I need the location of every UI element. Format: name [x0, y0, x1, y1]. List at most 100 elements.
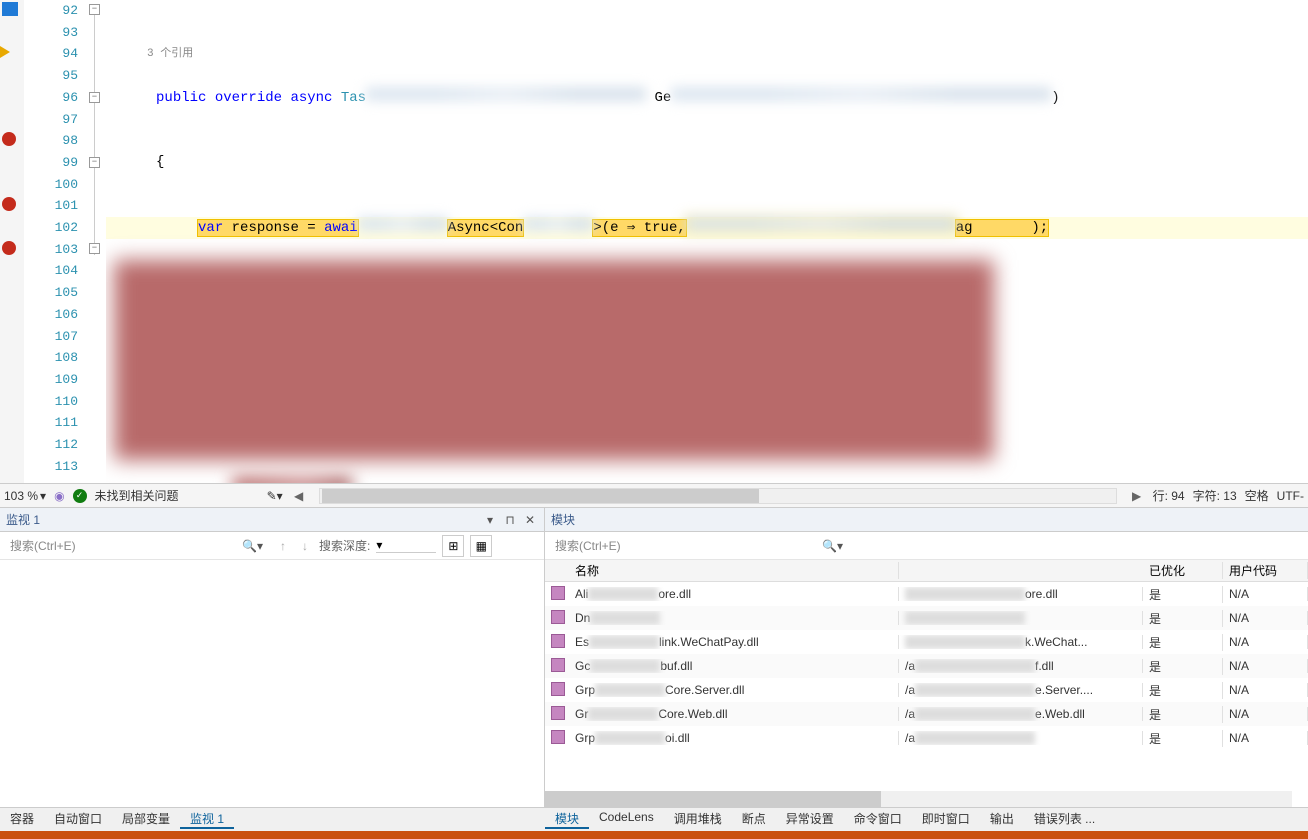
- panel-titlebar[interactable]: 监视 1 ▾ ⊓ ✕: [0, 508, 544, 532]
- panel-title: 监视 1: [6, 511, 482, 528]
- breakpoint-marker[interactable]: [2, 132, 16, 146]
- line-number: 110: [24, 391, 78, 413]
- tab-item[interactable]: 命令窗口: [844, 810, 912, 827]
- fold-toggle[interactable]: −: [89, 157, 100, 168]
- line-number: 113: [24, 456, 78, 478]
- tool-window-area: 监视 1 ▾ ⊓ ✕ 搜索(Ctrl+E) 🔍▾ ↑ ↓ 搜索深度: ▾ ⊞ ▦…: [0, 507, 1308, 807]
- table-row[interactable]: Dn是N/A: [545, 606, 1308, 630]
- brush-icon[interactable]: ✎▾: [267, 489, 283, 503]
- tab-item[interactable]: 模块: [545, 810, 589, 829]
- module-usercode: N/A: [1223, 707, 1308, 721]
- fold-gutter[interactable]: − − − −: [86, 0, 106, 483]
- module-icon: [551, 682, 565, 696]
- tab-item[interactable]: 输出: [980, 810, 1024, 827]
- filter-icon[interactable]: ⊞: [442, 535, 464, 557]
- module-usercode: N/A: [1223, 587, 1308, 601]
- intellicode-icon[interactable]: ◉: [54, 489, 64, 503]
- fold-toggle[interactable]: −: [89, 92, 100, 103]
- line-number: 97: [24, 109, 78, 131]
- scroll-left-icon[interactable]: ◀: [291, 488, 307, 504]
- cursor-char[interactable]: 字符: 13: [1193, 487, 1237, 504]
- cursor-line[interactable]: 行: 94: [1153, 487, 1185, 504]
- module-usercode: N/A: [1223, 659, 1308, 673]
- encoding[interactable]: UTF-: [1277, 489, 1304, 503]
- tab-item[interactable]: 自动窗口: [44, 810, 112, 827]
- tool-window-tabs: 容器自动窗口局部变量监视 1 模块CodeLens调用堆栈断点异常设置命令窗口即…: [0, 807, 1308, 831]
- code-text: Ge: [654, 90, 671, 106]
- horizontal-scrollbar[interactable]: [319, 488, 1117, 504]
- table-row[interactable]: Eslink.WeChatPay.dllk.WeChat...是N/A: [545, 630, 1308, 654]
- watch-body[interactable]: [0, 560, 544, 807]
- module-optimized: 是: [1143, 634, 1223, 651]
- toggle-icon[interactable]: ▦: [470, 535, 492, 557]
- module-path: /ae.Web.dll: [899, 707, 1143, 722]
- tab-item[interactable]: 错误列表 ...: [1024, 810, 1105, 827]
- scrollbar-thumb[interactable]: [545, 791, 881, 807]
- status-text: 未找到相关问题: [95, 487, 179, 504]
- tab-item[interactable]: 监视 1: [180, 810, 234, 829]
- tab-item[interactable]: 容器: [0, 810, 44, 827]
- scroll-right-icon[interactable]: ▶: [1129, 488, 1145, 504]
- search-icon[interactable]: 🔍▾: [242, 539, 263, 553]
- tab-item[interactable]: 局部变量: [112, 810, 180, 827]
- table-row[interactable]: Gcbuf.dll/af.dll是N/A: [545, 654, 1308, 678]
- search-icon[interactable]: 🔍▾: [822, 539, 843, 553]
- line-number: 92: [24, 0, 78, 22]
- code-text: ): [1051, 90, 1059, 106]
- depth-dropdown[interactable]: ▾: [376, 538, 436, 553]
- line-number: 104: [24, 260, 78, 282]
- column-usercode[interactable]: 用户代码: [1223, 562, 1308, 579]
- panel-titlebar[interactable]: 模块: [545, 508, 1308, 532]
- column-optimized[interactable]: 已优化: [1143, 562, 1223, 579]
- pin-icon[interactable]: ⊓: [502, 512, 518, 528]
- tab-item[interactable]: 断点: [732, 810, 776, 827]
- line-number: 98: [24, 130, 78, 152]
- zoom-control[interactable]: 103 % ▾: [4, 489, 46, 503]
- modules-toolbar: 搜索(Ctrl+E) 🔍▾: [545, 532, 1308, 560]
- module-usercode: N/A: [1223, 683, 1308, 697]
- horizontal-scrollbar[interactable]: [545, 791, 1292, 807]
- code-text: >(e ⇒ true,: [593, 220, 685, 236]
- search-input[interactable]: 搜索(Ctrl+E) 🔍▾: [4, 535, 269, 557]
- module-path: [899, 611, 1143, 626]
- module-optimized: 是: [1143, 586, 1223, 603]
- breakpoint-marker[interactable]: [2, 197, 16, 211]
- fold-toggle[interactable]: −: [89, 243, 100, 254]
- chevron-down-icon[interactable]: ▾: [40, 489, 46, 503]
- search-input[interactable]: 搜索(Ctrl+E) 🔍▾: [549, 535, 849, 557]
- line-number: 94: [24, 43, 78, 65]
- dropdown-icon[interactable]: ▾: [482, 512, 498, 528]
- tab-item[interactable]: CodeLens: [589, 810, 664, 824]
- tab-item[interactable]: 调用堆栈: [664, 810, 732, 827]
- table-row[interactable]: Grpoi.dll/a是N/A: [545, 726, 1308, 750]
- code-text-area[interactable]: 3 个引用 public override async Tas Ge) { va…: [106, 0, 1308, 483]
- close-icon[interactable]: ✕: [522, 512, 538, 528]
- breakpoint-gutter[interactable]: [0, 0, 24, 483]
- modules-table: 名称 已优化 用户代码 Aliore.dllore.dll是N/ADn是N/AE…: [545, 560, 1308, 807]
- bookmark-marker[interactable]: [2, 2, 18, 16]
- breakpoint-marker[interactable]: [2, 241, 16, 255]
- module-optimized: 是: [1143, 706, 1223, 723]
- fold-toggle[interactable]: −: [89, 4, 100, 15]
- line-number: 106: [24, 304, 78, 326]
- check-icon: ✓: [73, 489, 87, 503]
- module-path: ore.dll: [899, 587, 1143, 602]
- module-optimized: 是: [1143, 610, 1223, 627]
- status-strip: [0, 831, 1308, 839]
- module-name: Aliore.dll: [569, 587, 899, 602]
- table-row[interactable]: GrCore.Web.dll/ae.Web.dll是N/A: [545, 702, 1308, 726]
- type: Tas: [341, 90, 366, 106]
- obscured-code-block: [114, 260, 994, 460]
- tab-item[interactable]: 即时窗口: [912, 810, 980, 827]
- indent-mode[interactable]: 空格: [1245, 487, 1269, 504]
- tab-item[interactable]: 异常设置: [776, 810, 844, 827]
- up-arrow-icon[interactable]: ↑: [275, 539, 291, 553]
- table-header[interactable]: 名称 已优化 用户代码: [545, 560, 1308, 582]
- down-arrow-icon[interactable]: ↓: [297, 539, 313, 553]
- table-row[interactable]: Aliore.dllore.dll是N/A: [545, 582, 1308, 606]
- module-icon: [551, 586, 565, 600]
- line-number: 103: [24, 239, 78, 261]
- column-name[interactable]: 名称: [569, 562, 899, 579]
- scrollbar-thumb[interactable]: [322, 489, 760, 503]
- table-row[interactable]: GrpCore.Server.dll/ae.Server....是N/A: [545, 678, 1308, 702]
